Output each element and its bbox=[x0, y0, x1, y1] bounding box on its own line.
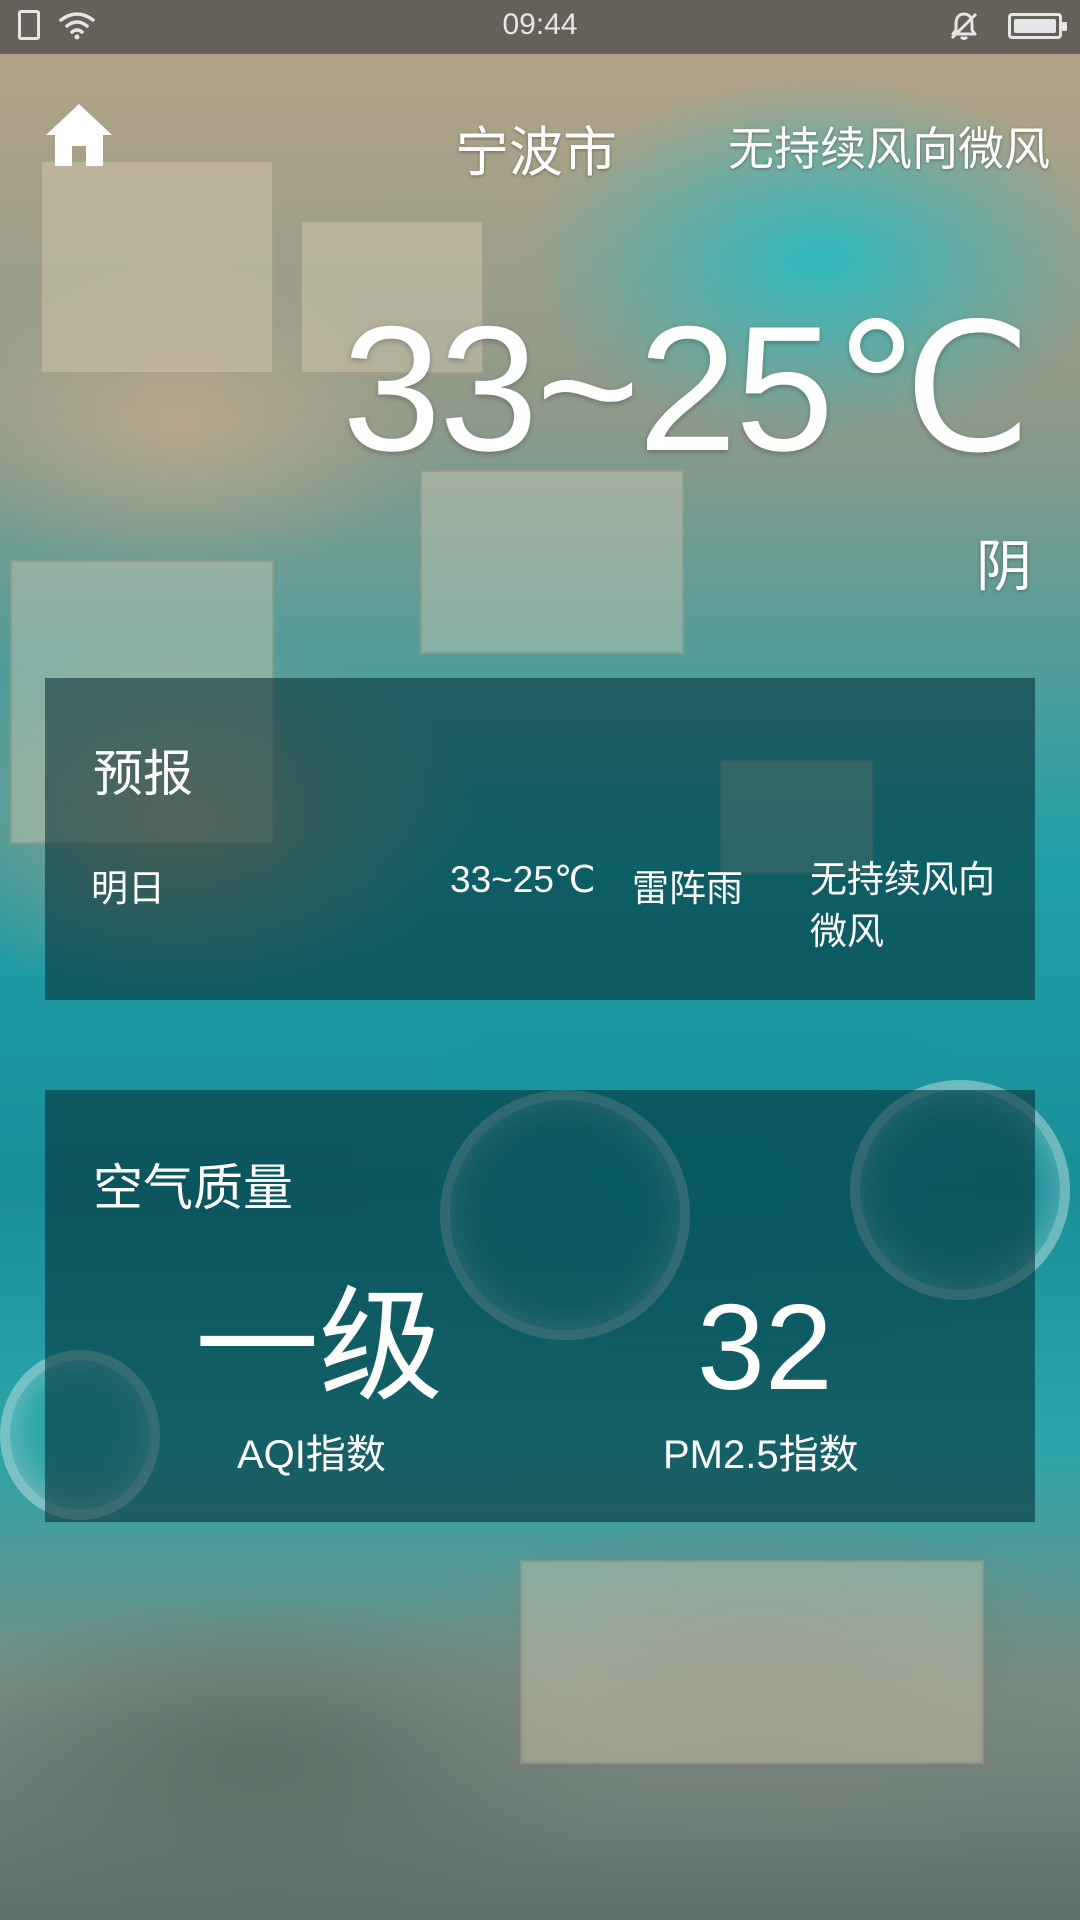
weather-screen: 09:44 宁波市 无持续风向微风 33~25℃ 阴 预报 明日 33~25℃ … bbox=[0, 0, 1080, 1920]
background-building bbox=[420, 470, 684, 654]
forecast-day: 明日 bbox=[91, 867, 165, 910]
forecast-weather: 雷阵雨 bbox=[632, 867, 743, 910]
pm25-label: PM2.5指数 bbox=[663, 1433, 859, 1477]
home-icon[interactable] bbox=[44, 102, 114, 168]
status-time: 09:44 bbox=[502, 8, 578, 41]
battery-icon bbox=[1008, 13, 1067, 39]
aqi-label: AQI指数 bbox=[237, 1433, 386, 1477]
air-quality-panel: 空气质量 一级 AQI指数 32 PM2.5指数 bbox=[45, 1090, 1035, 1522]
current-temperature: 33~25℃ bbox=[342, 289, 1032, 488]
forecast-temperature: 33~25℃ bbox=[450, 859, 596, 900]
aqi-level: 一级 bbox=[195, 1275, 444, 1419]
background-building bbox=[40, 160, 274, 374]
forecast-panel: 预报 明日 33~25℃ 雷阵雨 无持续风向微风 bbox=[45, 678, 1035, 1000]
status-bar-right bbox=[948, 10, 1067, 42]
battery-level bbox=[1014, 19, 1056, 33]
current-wind: 无持续风向微风 bbox=[728, 122, 1050, 176]
background-building bbox=[520, 1560, 984, 1764]
current-weather: 阴 bbox=[976, 535, 1032, 600]
status-bar: 09:44 bbox=[0, 0, 1080, 54]
air-quality-title: 空气质量 bbox=[93, 1159, 293, 1217]
mute-bell-icon bbox=[950, 12, 978, 40]
city-name[interactable]: 宁波市 bbox=[455, 108, 617, 187]
forecast-title: 预报 bbox=[93, 745, 193, 803]
pm25-value: 32 bbox=[697, 1279, 833, 1415]
forecast-wind: 无持续风向微风 bbox=[810, 858, 995, 953]
